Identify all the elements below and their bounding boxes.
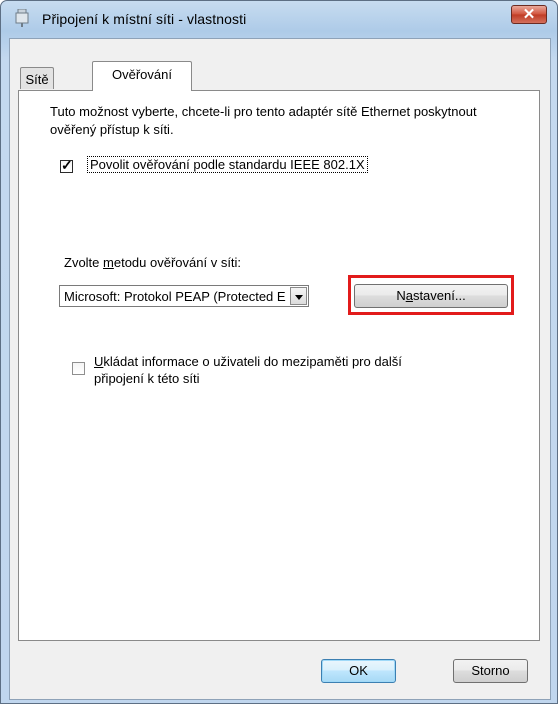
settings-label-part: stavení... <box>412 288 466 303</box>
enable-8021x-label[interactable]: Povolit ověřování podle standardu IEEE 8… <box>87 156 368 173</box>
tab-authentication[interactable]: Ověřování <box>92 61 192 91</box>
close-button[interactable]: ✕ <box>511 5 547 24</box>
settings-label-accesskey: a <box>405 288 413 303</box>
chevron-down-icon[interactable] <box>290 287 307 305</box>
dialog-client: Sítě Ověřování Tuto možnost vyberte, chc… <box>9 38 551 700</box>
properties-window: Připojení k místní síti - vlastnosti ✕ S… <box>0 0 558 704</box>
method-label-part: etodu ověřování v síti: <box>113 255 242 270</box>
settings-button[interactable]: Nastavení... <box>354 284 508 308</box>
settings-label-part: N <box>396 288 406 303</box>
cache-label-part: kládat informace o uživateli do mezipamě… <box>94 354 402 386</box>
network-adapter-icon <box>15 9 29 27</box>
auth-method-select[interactable]: Microsoft: Protokol PEAP (Protected EAP) <box>59 285 309 307</box>
auth-method-value: Microsoft: Protokol PEAP (Protected EAP) <box>64 289 286 304</box>
cancel-button[interactable]: Storno <box>453 659 528 683</box>
ok-button[interactable]: OK <box>321 659 396 683</box>
cache-credentials-checkbox[interactable] <box>72 362 85 375</box>
title-bar[interactable]: Připojení k místní síti - vlastnosti ✕ <box>1 1 557 37</box>
method-label-accesskey: m <box>103 255 114 270</box>
close-icon: ✕ <box>522 6 536 23</box>
cache-label-accesskey: U <box>94 354 104 369</box>
checkmark-icon: ✓ <box>61 157 73 173</box>
cache-credentials-label[interactable]: Ukládat informace o uživateli do mezipam… <box>94 353 454 387</box>
method-label: Zvolte metodu ověřování v síti: <box>64 255 241 270</box>
authentication-description: Tuto možnost vyberte, chcete-li pro tent… <box>50 104 477 137</box>
enable-8021x-checkbox[interactable]: ✓ <box>60 157 73 173</box>
tab-networking[interactable]: Sítě <box>20 67 54 89</box>
window-title: Připojení k místní síti - vlastnosti <box>42 11 247 27</box>
method-label-part: Zvolte <box>64 255 104 270</box>
